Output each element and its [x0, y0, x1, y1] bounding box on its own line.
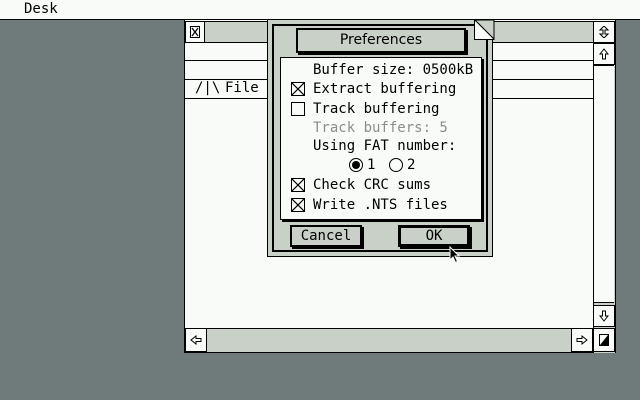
dialog-title: Preferences	[339, 32, 423, 48]
resize-icon[interactable]	[593, 328, 615, 352]
horizontal-scroll-thumb[interactable]	[207, 329, 571, 351]
check-crc-checkbox[interactable]	[291, 178, 305, 192]
fat-number-label: Using FAT number:	[313, 138, 457, 154]
menu-bar: Desk	[0, 0, 640, 20]
options-panel: Buffer size: 0500kB Extract buffering Tr…	[280, 57, 482, 220]
buffer-size-field[interactable]: Buffer size: 0500kB	[313, 62, 473, 79]
extract-buffering-checkbox[interactable]	[291, 82, 305, 96]
mouse-pointer-icon	[449, 245, 461, 268]
fat-radio-1-label[interactable]: 1	[367, 157, 375, 174]
arrow-up-icon[interactable]	[593, 43, 615, 65]
arrow-left-icon[interactable]	[185, 328, 207, 352]
track-buffers-field: Track buffers: 5	[313, 120, 448, 136]
close-icon[interactable]	[185, 21, 205, 43]
cancel-button[interactable]: Cancel	[290, 225, 362, 247]
extract-buffering-label[interactable]: Extract buffering	[313, 81, 456, 98]
arrow-right-icon[interactable]	[571, 328, 593, 352]
track-buffering-label[interactable]: Track buffering	[313, 101, 439, 118]
write-nts-label[interactable]: Write .NTS files	[313, 197, 448, 214]
check-crc-label[interactable]: Check CRC sums	[313, 177, 431, 194]
dialog-title-box: Preferences	[296, 28, 466, 53]
menu-desk[interactable]: Desk	[24, 1, 58, 18]
write-nts-checkbox[interactable]	[291, 198, 305, 212]
fat-radio-1[interactable]	[349, 158, 363, 172]
vertical-scroll-thumb[interactable]	[594, 65, 614, 303]
fullscreen-icon[interactable]	[593, 21, 615, 43]
menu-file[interactable]: File	[225, 80, 259, 97]
fat-radio-2-label[interactable]: 2	[407, 157, 415, 174]
preferences-dialog: Preferences Buffer size: 0500kB Extract …	[267, 19, 495, 257]
fat-radio-2[interactable]	[389, 158, 403, 172]
track-buffering-checkbox[interactable]	[291, 102, 305, 116]
arrow-down-icon[interactable]	[593, 305, 615, 327]
dialog-corner-fold	[473, 19, 495, 41]
ok-button[interactable]: OK	[398, 225, 470, 247]
atari-logo-icon[interactable]: /|\	[195, 80, 220, 97]
